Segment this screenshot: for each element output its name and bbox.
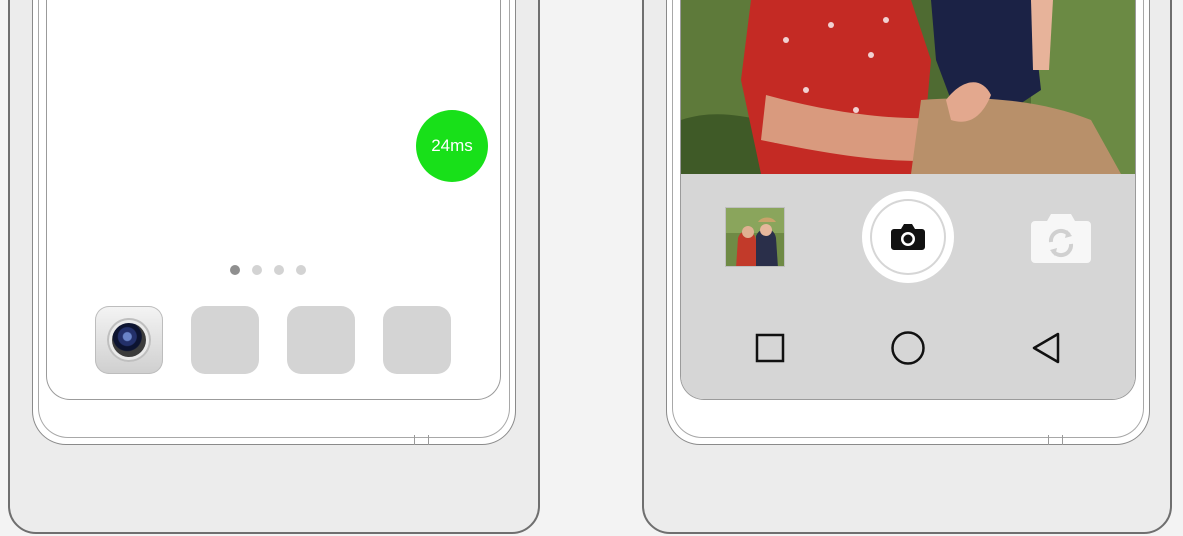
nav-back-button[interactable] bbox=[1026, 328, 1066, 368]
camera-screen bbox=[680, 0, 1136, 400]
triangle-back-icon bbox=[1032, 332, 1060, 364]
switch-camera-icon bbox=[1031, 214, 1091, 263]
camera-viewfinder bbox=[681, 0, 1135, 174]
right-phone-illustration bbox=[0, 0, 1183, 536]
square-icon bbox=[755, 333, 785, 363]
camera-controls-bar bbox=[681, 174, 1135, 399]
circle-icon bbox=[891, 331, 925, 365]
shutter-button[interactable] bbox=[862, 191, 954, 283]
nav-recent-apps-button[interactable] bbox=[750, 328, 790, 368]
right-device-button-mark bbox=[1048, 435, 1049, 445]
gallery-thumbnail-image bbox=[726, 208, 784, 266]
right-device-button-mark bbox=[1062, 435, 1063, 445]
camera-icon bbox=[891, 224, 925, 250]
viewfinder-photo bbox=[681, 0, 1135, 174]
nav-home-button[interactable] bbox=[888, 328, 928, 368]
gallery-thumbnail[interactable] bbox=[725, 207, 785, 267]
switch-camera-button[interactable] bbox=[1029, 211, 1093, 265]
